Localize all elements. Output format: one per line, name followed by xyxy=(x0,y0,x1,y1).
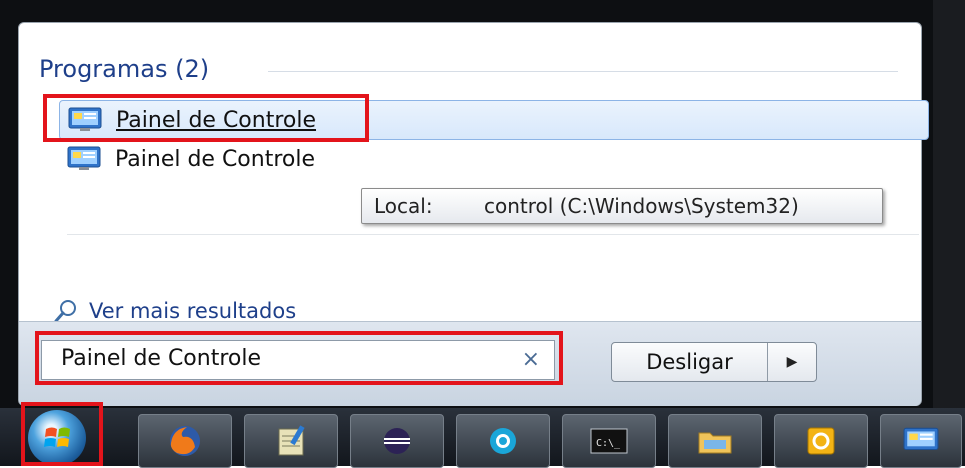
section-divider xyxy=(268,71,898,72)
shutdown-button-group: Desligar ▶ xyxy=(611,342,817,382)
search-result-label: Painel de Controle xyxy=(115,146,316,172)
highlight-first-result xyxy=(43,94,369,142)
folder-icon xyxy=(698,432,732,454)
see-more-label: Ver mais resultados xyxy=(89,299,297,323)
taskbar-control-panel[interactable] xyxy=(880,414,962,468)
cmd-label: C:\_ xyxy=(596,438,621,449)
circle-app-icon xyxy=(490,428,516,454)
control-panel-icon xyxy=(67,146,101,170)
eclipse-icon xyxy=(384,428,410,454)
desktop-edge xyxy=(933,0,965,466)
taskbar-firefox[interactable] xyxy=(138,414,232,468)
search-result-control-panel-2[interactable]: Painel de Controle xyxy=(59,140,315,178)
results-divider xyxy=(67,234,919,235)
notepad-icon xyxy=(278,425,305,456)
taskbar-explorer[interactable] xyxy=(668,414,762,468)
location-tooltip: Local: control (C:\Windows\System32) xyxy=(361,188,883,224)
firefox-icon xyxy=(170,426,200,456)
tooltip-value: control (C:\Windows\System32) xyxy=(484,194,799,218)
taskbar-outlook[interactable] xyxy=(774,414,868,468)
highlight-start-button xyxy=(21,402,103,466)
taskbar-command-prompt[interactable]: C:\_ xyxy=(562,414,656,468)
taskbar-circle-app[interactable] xyxy=(456,414,550,468)
taskbar-notepad[interactable] xyxy=(244,414,338,468)
command-prompt-icon: C:\_ xyxy=(590,428,628,454)
taskbar-eclipse[interactable] xyxy=(350,414,444,468)
tooltip-key: Local: xyxy=(374,194,433,218)
outlook-icon xyxy=(807,427,835,455)
control-panel-icon xyxy=(903,427,939,450)
shutdown-button[interactable]: Desligar xyxy=(612,343,768,381)
programs-section-header: Programas (2) xyxy=(39,55,210,83)
shutdown-options-arrow-icon[interactable]: ▶ xyxy=(768,343,816,381)
highlight-search-box xyxy=(35,331,563,385)
